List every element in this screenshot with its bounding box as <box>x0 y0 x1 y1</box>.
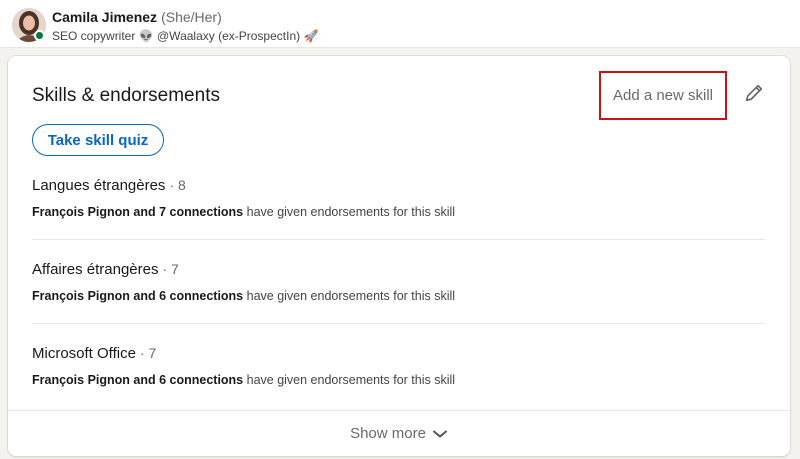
divider <box>32 239 765 240</box>
skill-name[interactable]: Microsoft Office <box>32 345 136 362</box>
show-more-label: Show more <box>350 425 426 442</box>
skill-name[interactable]: Langues étrangères <box>32 177 165 194</box>
rocket-icon: 🚀 <box>303 29 319 43</box>
skill-header: Microsoft Office · 7 <box>32 345 765 362</box>
skill-separator: · <box>162 261 168 277</box>
endorsement-text: have given endorsements for this skill <box>246 205 456 219</box>
profile-headline: SEO copywriter 👽 @Waalaxy (ex-ProspectIn… <box>52 29 318 43</box>
endorsers: François Pignon and 7 connections <box>32 205 244 219</box>
profile-topbar: Camila Jimenez (She/Her) SEO copywriter 👽… <box>0 0 800 48</box>
skill-header: Langues étrangères · 8 <box>32 177 765 194</box>
endorsement-count[interactable]: 8 <box>178 177 186 193</box>
skill-item: Affaires étrangères · 7 François Pignon a… <box>32 261 765 303</box>
headline-company: @Waalaxy (ex-ProspectIn) <box>157 29 301 43</box>
card-title: Skills & endorsements <box>32 85 220 106</box>
endorsement-summary[interactable]: François Pignon and 6 connections have g… <box>32 289 765 303</box>
alien-icon: 👽 <box>138 29 154 43</box>
endorsement-count[interactable]: 7 <box>148 345 156 361</box>
endorsers: François Pignon and 6 connections <box>32 373 244 387</box>
divider <box>32 323 765 324</box>
skill-separator: · <box>169 177 175 193</box>
endorsement-summary[interactable]: François Pignon and 6 connections have g… <box>32 373 765 387</box>
skill-item: Microsoft Office · 7 François Pignon and … <box>32 345 765 387</box>
profile-pronouns: (She/Her) <box>161 9 222 25</box>
skill-name[interactable]: Affaires étrangères <box>32 261 158 278</box>
endorsement-text: have given endorsements for this skill <box>246 289 456 303</box>
online-status-icon <box>34 30 45 41</box>
endorsers: François Pignon and 6 connections <box>32 289 244 303</box>
skill-item: Langues étrangères · 8 François Pignon an… <box>32 177 765 219</box>
edit-skills-button[interactable] <box>741 80 767 106</box>
endorsement-count[interactable]: 7 <box>171 261 179 277</box>
skill-separator: · <box>139 345 145 361</box>
chevron-down-icon <box>432 430 447 437</box>
skills-card: Skills & endorsements Add a new skill Ta… <box>8 56 790 456</box>
headline-text: SEO copywriter <box>52 29 136 43</box>
take-skill-quiz-button[interactable]: Take skill quiz <box>32 124 164 156</box>
add-skill-button[interactable]: Add a new skill <box>599 71 727 120</box>
skill-header: Affaires étrangères · 7 <box>32 261 765 278</box>
profile-name[interactable]: Camila Jimenez <box>52 9 157 25</box>
show-more-button[interactable]: Show more <box>8 410 790 456</box>
profile-name-line: Camila Jimenez (She/Her) <box>52 9 222 25</box>
endorsement-summary[interactable]: François Pignon and 7 connections have g… <box>32 205 765 219</box>
endorsement-text: have given endorsements for this skill <box>246 373 456 387</box>
pencil-icon <box>745 84 763 102</box>
